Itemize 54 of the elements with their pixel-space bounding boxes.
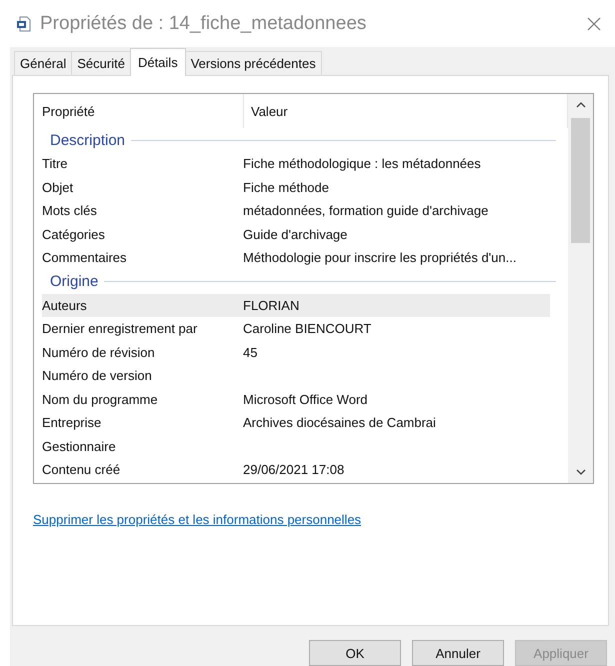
property-value: Fiche méthode bbox=[243, 180, 329, 195]
property-name: Objet bbox=[42, 180, 74, 195]
dialog-button[interactable]: OK bbox=[309, 640, 401, 666]
property-name: Nom du programme bbox=[42, 392, 159, 407]
property-name: Numéro de révision bbox=[42, 344, 156, 360]
document-icon bbox=[16, 16, 32, 32]
property-value: Caroline BIENCOURT bbox=[243, 321, 372, 336]
table-row[interactable]: Objet Fiche méthode bbox=[42, 176, 550, 199]
table-row[interactable]: Auteurs FLORIAN bbox=[42, 294, 550, 317]
property-value: Archives diocésaines de Cambrai bbox=[243, 415, 436, 430]
table-row[interactable]: Mots clés métadonnées, formation guide d'archivage bbox=[42, 199, 550, 222]
tab[interactable]: Détails bbox=[130, 48, 186, 76]
property-name: Contenu créé bbox=[42, 462, 122, 478]
scroll-up-icon[interactable] bbox=[576, 102, 586, 108]
table-row[interactable]: Gestionnaire bbox=[42, 434, 550, 458]
window-title: Propriétés de : 14_fiche_metadonnees bbox=[40, 12, 368, 34]
property-name: Auteurs bbox=[42, 298, 88, 313]
table-row[interactable]: Contenu créé 29/06/2021 17:08 bbox=[42, 458, 550, 482]
table-row[interactable]: Titre Fiche méthodologique : les métadonnées bbox=[42, 152, 550, 176]
column-header[interactable]: Valeur bbox=[243, 94, 288, 128]
dialog-button[interactable]: Annuler bbox=[412, 640, 504, 666]
table-row[interactable]: Nom du programme Microsoft Office Word bbox=[42, 388, 550, 411]
property-value: métadonnées, formation guide d'archivage bbox=[243, 203, 488, 218]
group-heading: Origine bbox=[50, 273, 98, 290]
table-row[interactable]: Numéro de révision 45 bbox=[42, 340, 550, 364]
property-name: Entreprise bbox=[42, 415, 102, 430]
property-value: 29/06/2021 17:08 bbox=[243, 462, 344, 478]
remove-properties-link[interactable]: Supprimer les propriétés et les informations personnelles bbox=[33, 512, 362, 527]
property-value: 45 bbox=[243, 344, 258, 360]
scrollbar[interactable] bbox=[568, 94, 593, 483]
property-name: Dernier enregistrement par bbox=[42, 321, 198, 336]
column-header[interactable]: Propriété bbox=[42, 104, 243, 118]
tab[interactable]: Général bbox=[14, 51, 72, 75]
property-value: Microsoft Office Word bbox=[243, 392, 368, 407]
close-icon[interactable] bbox=[587, 16, 601, 30]
scrollbar-thumb[interactable] bbox=[571, 118, 590, 243]
property-name: Mots clés bbox=[42, 203, 98, 218]
table-row[interactable]: Catégories Guide d'archivage bbox=[42, 222, 550, 246]
property-value: Guide d'archivage bbox=[243, 226, 348, 242]
property-value: Méthodologie pour inscrire les propriétés d'un... bbox=[243, 250, 516, 266]
group-heading: Description bbox=[50, 132, 126, 148]
property-value: Fiche méthodologique : les métadonnées bbox=[243, 156, 481, 172]
property-name: Titre bbox=[42, 156, 69, 172]
property-value: FLORIAN bbox=[243, 298, 300, 313]
tab[interactable]: Versions précédentes bbox=[184, 51, 322, 75]
property-name: Catégories bbox=[42, 226, 106, 242]
table-row[interactable]: Commentaires Méthodologie pour inscrire les propriétés d'un... bbox=[42, 246, 550, 270]
table-row[interactable]: Dernier enregistrement par Caroline BIENCOURT bbox=[42, 317, 550, 340]
property-name: Numéro de version bbox=[42, 368, 153, 384]
table-row[interactable]: Entreprise Archives diocésaines de Cambrai bbox=[42, 411, 550, 434]
property-name: Gestionnaire bbox=[42, 438, 117, 454]
scroll-down-icon[interactable] bbox=[576, 469, 586, 475]
table-row[interactable]: Numéro de version bbox=[42, 364, 550, 388]
property-name: Commentaires bbox=[42, 250, 128, 266]
